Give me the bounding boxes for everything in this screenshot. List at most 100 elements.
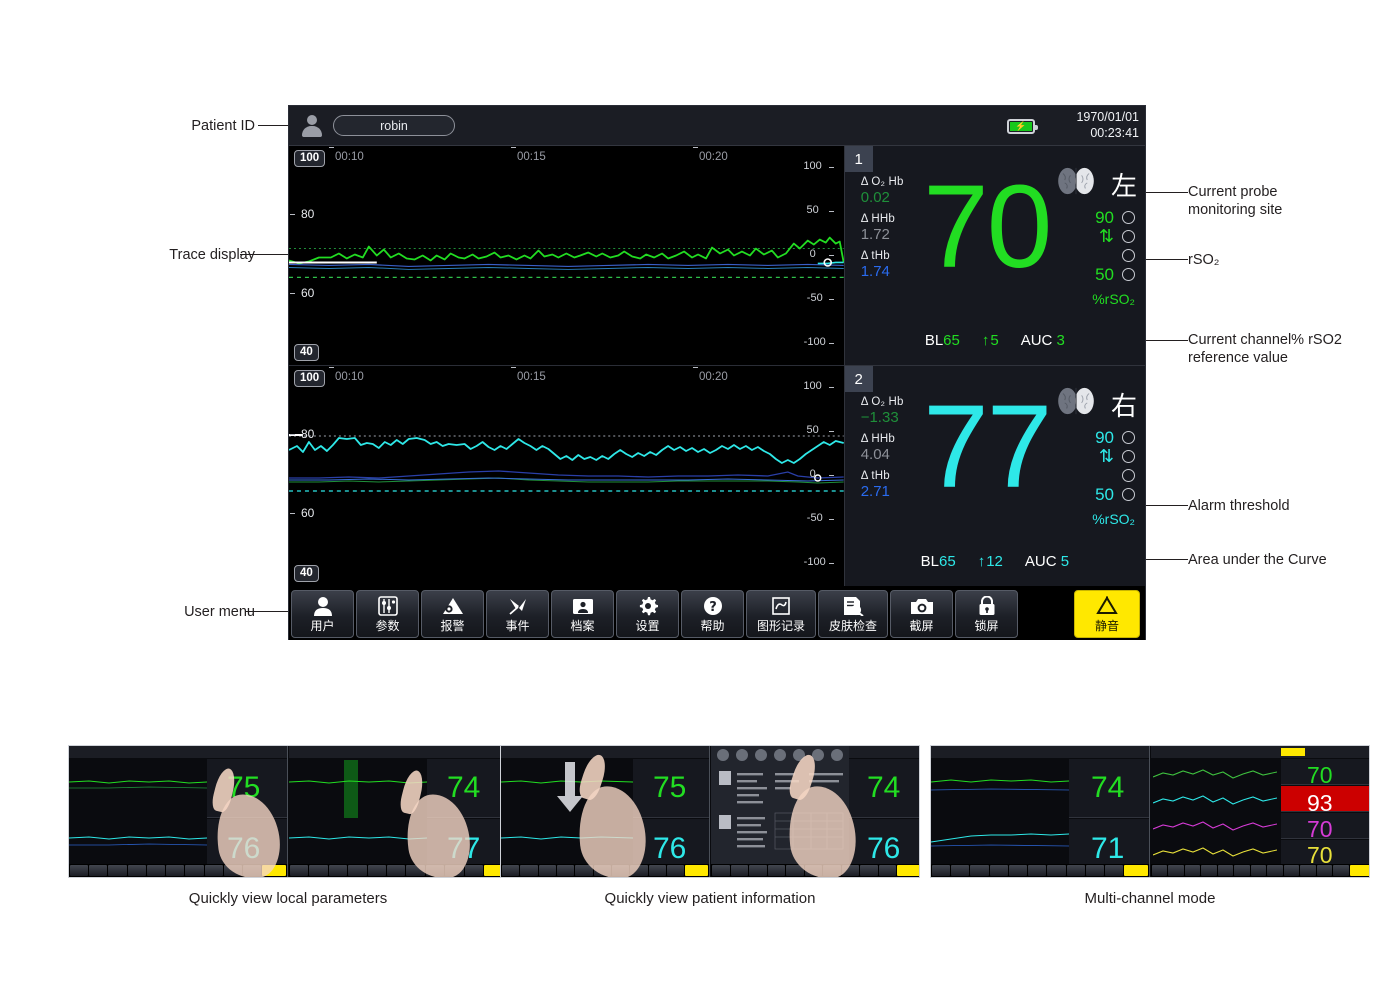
graph-record-icon bbox=[771, 594, 791, 618]
threshold-low-2: 50 bbox=[1095, 484, 1114, 504]
annotation-probe-site: Current probe monitoring site bbox=[1188, 184, 1283, 219]
user-menu-bar[interactable]: 用户 参数 报警 事件 档案 设置 ? 帮助 图形记录 皮肤检查 截屏 锁屏 静… bbox=[289, 586, 1145, 640]
trace-row-1[interactable]: 100 40 00:10 00:15 00:20 80 60 100 50 0 … bbox=[289, 146, 844, 366]
annotation-trace-display: Trace display bbox=[169, 247, 255, 263]
menu-label-skin-check: 皮肤检查 bbox=[828, 619, 877, 633]
threshold-dot-1-1 bbox=[1122, 230, 1135, 243]
rso2-unit-2: %rSO₂ bbox=[1092, 511, 1135, 527]
pin-icon bbox=[507, 594, 529, 618]
menu-item-graph-record[interactable]: 图形记录 bbox=[746, 590, 816, 638]
thumbnail-2[interactable]: 75 76 74 76 Quickly view patient informa… bbox=[500, 745, 920, 907]
param-value-o2hb-1: 0.02 bbox=[860, 189, 890, 206]
thumbnail-3-caption: Multi-channel mode bbox=[1084, 890, 1216, 907]
annotation-rso2: rSO₂ bbox=[1188, 252, 1220, 268]
param-value-thb-1: 1.74 bbox=[860, 263, 890, 280]
rso2-unit-1: %rSO₂ bbox=[1092, 291, 1135, 307]
param-label-o2hb-2: Δ O₂ Hb bbox=[860, 396, 904, 408]
menu-item-events[interactable]: 事件 bbox=[486, 590, 549, 638]
trend-value-1: 5 bbox=[990, 332, 999, 349]
threshold-high-1: 90 bbox=[1095, 207, 1114, 227]
menu-item-mute[interactable]: 静音 bbox=[1074, 590, 1140, 638]
threshold-dot-1-0 bbox=[1122, 211, 1135, 224]
menu-label-settings: 设置 bbox=[635, 619, 660, 633]
time-label-2-0: 00:10 bbox=[335, 371, 364, 383]
svg-text:?: ? bbox=[709, 600, 717, 615]
trace-display-area[interactable]: 100 40 00:10 00:15 00:20 80 60 100 50 0 … bbox=[289, 146, 844, 586]
alarm-threshold-2[interactable]: 90 ⇅ 50 bbox=[1055, 428, 1135, 504]
channel-badge-2[interactable]: 2 bbox=[844, 366, 873, 392]
probe-side-label-2: 右 bbox=[1110, 392, 1137, 422]
annotation-reference-value: Current channel% rSO2 reference value bbox=[1188, 332, 1342, 367]
user-icon bbox=[312, 594, 334, 618]
thumb3-value-1: 74 bbox=[1091, 771, 1125, 804]
channel-panel-2[interactable]: 2 Δ O₂ Hb −1.33 Δ HHb 4.04 Δ tHb 2.71 77 bbox=[844, 366, 1145, 586]
menu-item-help[interactable]: ? 帮助 bbox=[681, 590, 744, 638]
patient-id-field[interactable]: robin bbox=[333, 115, 455, 136]
thumbnail-1-image[interactable]: 75 76 74 77 bbox=[68, 745, 508, 878]
thumb2-value-4: 76 bbox=[867, 832, 901, 865]
thumbnail-2-caption: Quickly view patient information bbox=[604, 890, 816, 907]
channel-badge-1[interactable]: 1 bbox=[844, 146, 873, 172]
y-right-1-100: 100 bbox=[803, 160, 822, 172]
scale-top-1[interactable]: 100 bbox=[294, 150, 326, 167]
threshold-dot-2-1 bbox=[1122, 450, 1135, 463]
param-value-hhb-2: 4.04 bbox=[860, 446, 890, 463]
threshold-high-2: 90 bbox=[1095, 427, 1114, 447]
thumb2-value-3: 74 bbox=[867, 771, 901, 804]
thumbnail-2-image[interactable]: 75 76 74 76 bbox=[500, 745, 920, 878]
menu-label-help: 帮助 bbox=[700, 619, 725, 633]
records-icon bbox=[572, 594, 594, 618]
bell-icon bbox=[1096, 594, 1118, 618]
y-right-1-n50: -50 bbox=[806, 292, 823, 304]
thumb2-value-2: 76 bbox=[653, 832, 687, 865]
menu-item-settings[interactable]: 设置 bbox=[616, 590, 679, 638]
alarm-icon bbox=[442, 594, 464, 618]
battery-charging-icon: ⚡ bbox=[1007, 119, 1038, 134]
alarm-threshold-1[interactable]: 90 ⇅ 50 bbox=[1055, 208, 1135, 284]
param-value-hhb-1: 1.72 bbox=[860, 226, 890, 243]
bl-value-2: 65 bbox=[939, 553, 956, 570]
menu-item-skin-check[interactable]: 皮肤检查 bbox=[818, 590, 888, 638]
annotation-alarm-threshold: Alarm threshold bbox=[1188, 498, 1290, 514]
trace-row-2[interactable]: 100 40 00:10 00:15 00:20 80 60 100 50 0 … bbox=[289, 366, 844, 586]
thumbnail-3[interactable]: 74 71 70 93 70 70 Multi-channel mode bbox=[930, 745, 1370, 907]
channel-panel-1[interactable]: 1 Δ O₂ Hb 0.02 Δ HHb 1.72 Δ tHb 1.74 70 bbox=[844, 146, 1145, 366]
menu-item-parameters[interactable]: 参数 bbox=[356, 590, 419, 638]
rso2-value-2[interactable]: 77 bbox=[907, 372, 1067, 522]
param-label-o2hb-1: Δ O₂ Hb bbox=[860, 176, 904, 188]
thumbnail-3-image[interactable]: 74 71 70 93 70 70 bbox=[930, 745, 1370, 878]
battery-bolt: ⚡ bbox=[1010, 122, 1032, 131]
y-right-1-n100: -100 bbox=[803, 336, 826, 348]
time-label-1-0: 00:10 bbox=[335, 151, 364, 163]
menu-label-mute: 静音 bbox=[1094, 619, 1119, 633]
menu-item-user[interactable]: 用户 bbox=[291, 590, 354, 638]
auc-value-1: 3 bbox=[1056, 332, 1065, 349]
menu-item-records[interactable]: 档案 bbox=[551, 590, 614, 638]
menu-item-alarm[interactable]: 报警 bbox=[421, 590, 484, 638]
menu-item-lock[interactable]: 锁屏 bbox=[955, 590, 1018, 638]
baseline-auc-row-1: BL65 ↑5 AUC 3 bbox=[845, 332, 1145, 349]
help-icon: ? bbox=[703, 594, 723, 618]
parameters-2: Δ O₂ Hb −1.33 Δ HHb 4.04 Δ tHb 2.71 bbox=[861, 396, 904, 500]
threshold-dot-2-2 bbox=[1122, 469, 1135, 482]
parameters-icon bbox=[377, 594, 398, 618]
scale-bottom-1[interactable]: 40 bbox=[294, 344, 319, 361]
menu-item-screenshot[interactable]: 截屏 bbox=[890, 590, 953, 638]
annotation-auc: Area under the Curve bbox=[1188, 552, 1327, 568]
rso2-value-1[interactable]: 70 bbox=[907, 152, 1067, 302]
trend-arrows-icon-2: ⇅ bbox=[1098, 446, 1114, 466]
camera-icon bbox=[910, 594, 934, 618]
menu-label-graph-record: 图形记录 bbox=[756, 619, 805, 633]
y-label-2-60: 60 bbox=[301, 506, 315, 520]
thumb3-multichannel-traces bbox=[1153, 769, 1277, 857]
auc-label-2: AUC bbox=[1024, 553, 1057, 570]
time-label-1-2: 00:20 bbox=[699, 151, 728, 163]
scale-bottom-2[interactable]: 40 bbox=[294, 565, 319, 582]
trace-svg-1 bbox=[289, 236, 844, 279]
y-right-1-50: 50 bbox=[806, 204, 819, 216]
y-label-1-80: 80 bbox=[301, 207, 315, 221]
scale-top-2[interactable]: 100 bbox=[294, 370, 326, 387]
trend-arrow-2: ↑ bbox=[977, 553, 986, 570]
thumbnail-1[interactable]: 75 76 74 77 Quickly view local parameter… bbox=[68, 745, 508, 907]
y-right-1-0: 0 bbox=[809, 248, 816, 260]
